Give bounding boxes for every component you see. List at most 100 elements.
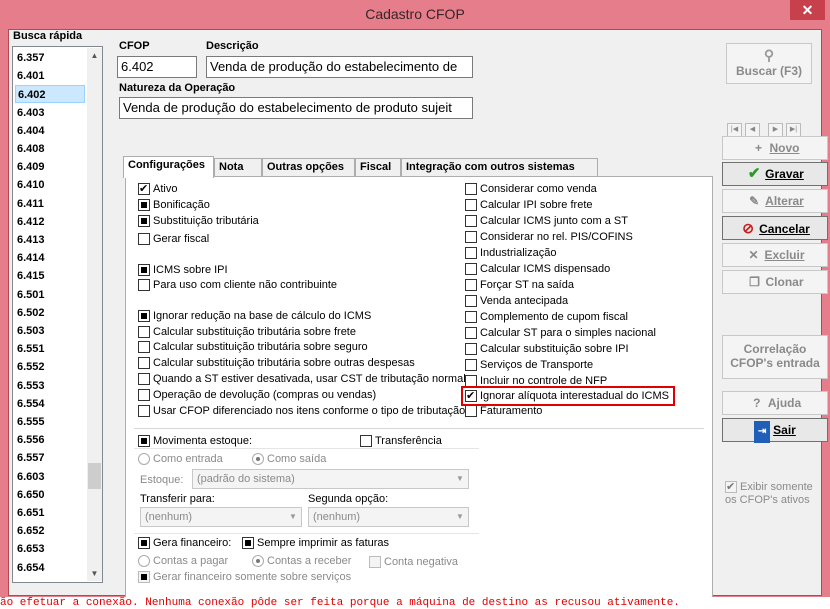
transferencia-checkbox[interactable]: Transferência bbox=[360, 435, 442, 448]
list-item[interactable]: 6.551 bbox=[15, 340, 85, 358]
option-checkbox[interactable]: Operação de devolução (compras ou vendas… bbox=[138, 389, 376, 402]
option-checkbox[interactable]: Para uso com cliente não contribuinte bbox=[138, 279, 337, 292]
scroll-up-icon[interactable]: ▲ bbox=[87, 48, 102, 63]
option-checkbox[interactable]: Calcular substituição sobre IPI bbox=[465, 343, 629, 356]
option-checkbox[interactable]: Quando a ST estiver desativada, usar CST… bbox=[138, 373, 466, 386]
list-item[interactable]: 6.408 bbox=[15, 140, 85, 158]
como-saida-radio[interactable]: Como saída bbox=[252, 453, 326, 466]
conta-negativa-checkbox[interactable]: Conta negativa bbox=[369, 556, 458, 569]
option-checkbox[interactable]: Complemento de cupom fiscal bbox=[465, 311, 628, 324]
list-item[interactable]: 6.553 bbox=[15, 377, 85, 395]
list-item[interactable]: 6.412 bbox=[15, 213, 85, 231]
list-item[interactable]: 6.404 bbox=[15, 122, 85, 140]
quick-search-list[interactable]: 6.357 6.401 6.402 6.403 6.404 6.408 6.409 6.410… bbox=[12, 46, 103, 583]
list-item[interactable]: 6.410 bbox=[15, 176, 85, 194]
option-checkbox[interactable]: Substituição tributária bbox=[138, 215, 259, 228]
option-checkbox[interactable]: Calcular ICMS dispensado bbox=[465, 263, 610, 276]
descricao-field[interactable]: Venda de produção do estabelecimento de bbox=[206, 56, 473, 78]
natureza-field[interactable]: Venda de produção do estabelecimento de … bbox=[119, 97, 473, 119]
cfop-field[interactable]: 6.402 bbox=[117, 56, 197, 78]
movimenta-estoque-checkbox[interactable]: Movimenta estoque: bbox=[138, 435, 252, 448]
list-item[interactable]: 6.557 bbox=[15, 449, 85, 467]
prev-record-icon[interactable]: ◀ bbox=[745, 123, 760, 137]
list-item[interactable]: 6.552 bbox=[15, 358, 85, 376]
cancelar-button[interactable]: ⊘ Cancelar bbox=[722, 216, 828, 240]
contas-pagar-radio[interactable]: Contas a pagar bbox=[138, 555, 228, 568]
gravar-button[interactable]: ✔ Gravar bbox=[722, 162, 828, 186]
list-item[interactable]: 6.413 bbox=[15, 231, 85, 249]
list-item[interactable]: 6.403 bbox=[15, 104, 85, 122]
list-item[interactable]: 6.501 bbox=[15, 286, 85, 304]
buscar-button[interactable]: ⚲ Buscar (F3) bbox=[726, 43, 812, 84]
sair-button[interactable]: ⇥ Sair bbox=[722, 418, 828, 443]
excluir-button[interactable]: ✕ Excluir bbox=[722, 243, 828, 267]
list-item[interactable]: 6.653 bbox=[15, 540, 85, 558]
list-item[interactable]: 6.357 bbox=[15, 49, 85, 67]
tab-outras-opcoes[interactable]: Outras opções bbox=[262, 158, 355, 177]
option-checkbox[interactable]: Considerar como venda bbox=[465, 183, 597, 196]
novo-button[interactable]: + Novo bbox=[722, 136, 828, 160]
scroll-thumb[interactable] bbox=[88, 463, 101, 489]
list-item[interactable]: 6.409 bbox=[15, 158, 85, 176]
option-checkbox[interactable]: Venda antecipada bbox=[465, 295, 568, 308]
option-label: Calcular substituição tributária sobre f… bbox=[153, 326, 356, 338]
sempre-imprimir-checkbox[interactable]: Sempre imprimir as faturas bbox=[242, 537, 389, 550]
exibir-ativos-checkbox[interactable]: Exibir somente os CFOP's ativos bbox=[725, 481, 821, 507]
option-checkbox[interactable]: Calcular ICMS junto com a ST bbox=[465, 215, 628, 228]
list-item[interactable]: 6.415 bbox=[15, 267, 85, 285]
option-checkbox[interactable]: Faturamento bbox=[465, 405, 542, 418]
tab-nota[interactable]: Nota bbox=[214, 158, 262, 177]
option-checkbox[interactable]: Gerar fiscal bbox=[138, 233, 209, 246]
option-checkbox[interactable]: Serviços de Transporte bbox=[465, 359, 593, 372]
alterar-button[interactable]: ✎ Alterar bbox=[722, 189, 828, 213]
tab-integracao[interactable]: Integração com outros sistemas bbox=[401, 158, 598, 177]
option-checkbox[interactable]: ICMS sobre IPI bbox=[138, 264, 228, 277]
list-item[interactable]: 6.654 bbox=[15, 559, 85, 577]
last-record-icon[interactable]: ▶| bbox=[786, 123, 801, 137]
transferir-select[interactable]: (nenhum) ▼ bbox=[140, 507, 302, 527]
option-checkbox[interactable]: Calcular substituição tributária sobre f… bbox=[138, 326, 356, 339]
option-checkbox[interactable]: Calcular IPI sobre frete bbox=[465, 199, 593, 212]
next-record-icon[interactable]: ▶ bbox=[768, 123, 783, 137]
exibir-ativos-label: Exibir somente os CFOP's ativos bbox=[725, 481, 813, 506]
list-item[interactable]: 6.603 bbox=[15, 468, 85, 486]
close-icon[interactable]: ✕ bbox=[790, 0, 825, 20]
list-item[interactable]: 6.650 bbox=[15, 486, 85, 504]
list-item[interactable]: 6.414 bbox=[15, 249, 85, 267]
list-item[interactable]: 6.503 bbox=[15, 322, 85, 340]
list-item[interactable]: 6.555 bbox=[15, 413, 85, 431]
tab-fiscal[interactable]: Fiscal bbox=[355, 158, 401, 177]
gera-financeiro-checkbox[interactable]: Gera financeiro: bbox=[138, 537, 231, 550]
list-item[interactable]: 6.554 bbox=[15, 395, 85, 413]
list-item[interactable]: 6.652 bbox=[15, 522, 85, 540]
list-item[interactable]: 6.402 bbox=[15, 85, 85, 104]
contas-receber-radio[interactable]: Contas a receber bbox=[252, 555, 351, 568]
tab-configuracoes[interactable]: Configurações bbox=[123, 156, 214, 178]
option-checkbox[interactable]: Ativo bbox=[138, 183, 177, 196]
option-checkbox[interactable]: Bonificação bbox=[138, 199, 210, 212]
option-checkbox[interactable]: Usar CFOP diferenciado nos itens conform… bbox=[138, 405, 465, 418]
option-checkbox[interactable]: Calcular substituição tributária sobre o… bbox=[138, 357, 415, 370]
clonar-button[interactable]: ❐ Clonar bbox=[722, 270, 828, 294]
option-checkbox[interactable]: Considerar no rel. PIS/COFINS bbox=[465, 231, 633, 244]
option-checkbox[interactable]: Calcular substituição tributária sobre s… bbox=[138, 341, 368, 354]
list-item[interactable]: 6.401 bbox=[15, 67, 85, 85]
ajuda-button[interactable]: ? Ajuda bbox=[722, 391, 828, 415]
option-checkbox[interactable]: Calcular ST para o simples nacional bbox=[465, 327, 656, 340]
first-record-icon[interactable]: |◀ bbox=[727, 123, 742, 137]
option-checkbox[interactable]: Industrialização bbox=[465, 247, 556, 260]
list-item[interactable]: 6.502 bbox=[15, 304, 85, 322]
scroll-down-icon[interactable]: ▼ bbox=[87, 566, 102, 581]
segunda-opcao-select[interactable]: (nenhum) ▼ bbox=[308, 507, 469, 527]
como-entrada-radio[interactable]: Como entrada bbox=[138, 453, 223, 466]
financeiro-servicos-checkbox[interactable]: Gerar financeiro somente sobre serviços bbox=[138, 571, 351, 584]
list-item[interactable]: 6.411 bbox=[15, 195, 85, 213]
estoque-select[interactable]: (padrão do sistema) ▼ bbox=[192, 469, 469, 489]
list-item[interactable]: 6.556 bbox=[15, 431, 85, 449]
option-checkbox[interactable]: Forçar ST na saída bbox=[465, 279, 574, 292]
list-item[interactable]: 6.651 bbox=[15, 504, 85, 522]
option-checkbox[interactable]: Ignorar redução na base de cálculo do IC… bbox=[138, 310, 371, 323]
checkbox-icon bbox=[465, 279, 477, 291]
correlacao-button[interactable]: Correlação CFOP's entrada bbox=[722, 335, 828, 379]
list-scrollbar[interactable]: ▲ ▼ bbox=[87, 48, 102, 581]
